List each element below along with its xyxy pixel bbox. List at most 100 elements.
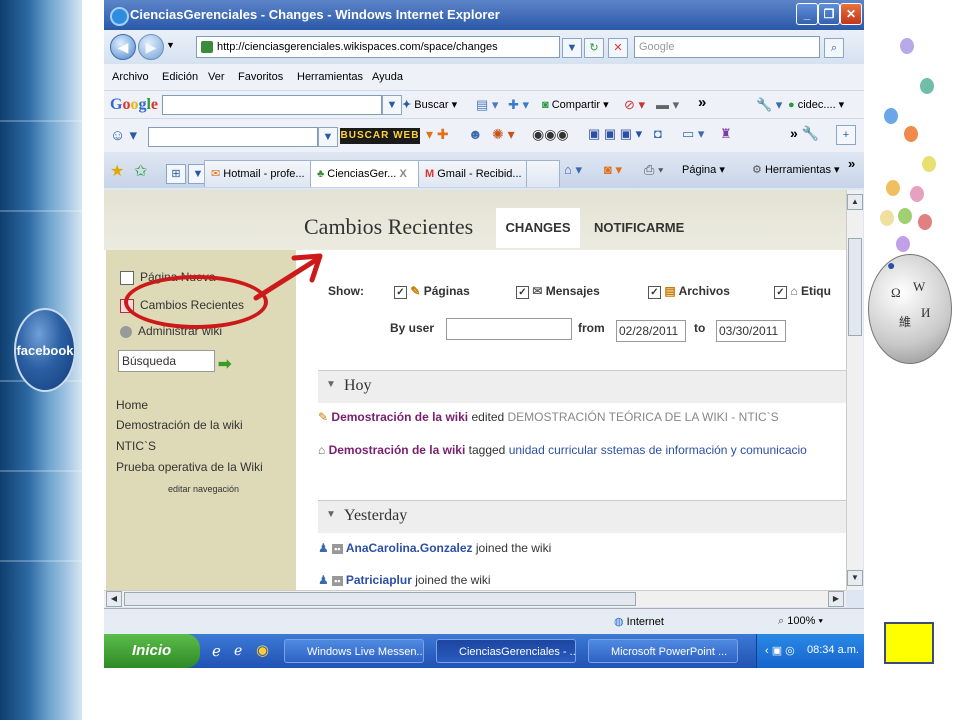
toolbar-logo-icon[interactable]: ☺ ▾: [110, 126, 137, 144]
checkbox-archivos[interactable]: ✓: [648, 286, 661, 299]
checkbox-mensajes[interactable]: ✓: [516, 286, 529, 299]
filter-archivos[interactable]: ✓ ▤ Archivos: [648, 284, 730, 299]
zoom-control[interactable]: ⌕ 100% ▾: [778, 615, 823, 628]
yellow-square[interactable]: [884, 622, 934, 664]
forward-button[interactable]: ▶: [138, 34, 164, 60]
tab-close-icon[interactable]: X: [399, 168, 406, 180]
rss-icon[interactable]: ◙ ▾: [604, 162, 622, 178]
add-favorite-icon[interactable]: ✩: [134, 161, 147, 181]
edit-navigation-link[interactable]: editar navegación: [168, 484, 239, 494]
nav-link-ntics[interactable]: NTIC`S: [116, 439, 156, 453]
toolbar-icon-facebook[interactable]: ▣ ▣ ▣ ▾: [588, 126, 642, 142]
toolbar-search-dropdown-icon[interactable]: ▼: [318, 127, 338, 147]
section-today[interactable]: ▼ Hoy: [318, 370, 846, 403]
filter-paginas[interactable]: ✓ ✎ Páginas: [394, 284, 470, 299]
close-button[interactable]: ✕: [840, 3, 862, 25]
url-dropdown-icon[interactable]: ▼: [562, 38, 582, 58]
tab-ciencias[interactable]: ♣ CienciasGer... X: [310, 160, 422, 187]
toolbar-chevron-icon[interactable]: »: [698, 94, 706, 111]
checkbox-paginas[interactable]: ✓: [394, 286, 407, 299]
h-scroll-thumb[interactable]: [124, 592, 636, 606]
menu-favoritos[interactable]: Favoritos: [238, 71, 283, 83]
toolbar-icon-c[interactable]: ⊘ ▾: [624, 97, 645, 113]
toolbar-dropdown-icon[interactable]: ▼: [382, 95, 402, 115]
wrench-icon[interactable]: 🔧 ▾: [756, 97, 782, 113]
new-tab-plus-icon[interactable]: +: [836, 125, 856, 145]
compartir-button[interactable]: ◙ Compartir ▾: [542, 98, 609, 111]
nav-link-demostracion[interactable]: Demostración de la wiki: [116, 418, 243, 432]
toolbar-icon-window[interactable]: ▭ ▾: [682, 126, 704, 142]
menu-herramientas[interactable]: Herramientas: [297, 71, 363, 83]
section-yesterday[interactable]: ▼ Yesterday: [318, 500, 846, 533]
toolbar-icon-circles[interactable]: ◉◉◉: [532, 126, 569, 143]
toolbar-icon-people[interactable]: ☻: [468, 126, 483, 142]
tabs-chevron-icon[interactable]: »: [848, 156, 855, 171]
scroll-up-icon[interactable]: ▲: [847, 194, 863, 210]
google-search-input[interactable]: Google: [634, 36, 820, 58]
from-date-input[interactable]: 02/28/2011: [616, 320, 686, 342]
new-tab-button[interactable]: [526, 160, 560, 187]
tab-hotmail[interactable]: ✉ Hotmail - profe...: [204, 160, 312, 187]
toolbar-icon-a[interactable]: ▤ ▾: [476, 97, 498, 113]
task-ciencias[interactable]: CienciasGerenciales - ...: [436, 639, 576, 663]
nav-link-prueba[interactable]: Prueba operativa de la Wiki: [116, 460, 263, 474]
scroll-down-icon[interactable]: ▼: [847, 570, 863, 586]
change-page-link[interactable]: Demostración de la wiki: [329, 443, 466, 457]
vertical-scrollbar[interactable]: ▲ ▼: [846, 190, 863, 590]
home-icon[interactable]: ⌂ ▾: [564, 162, 582, 178]
pagina-menu[interactable]: Página ▾: [682, 163, 725, 176]
search-icon[interactable]: ⌕: [824, 38, 844, 58]
search-go-arrow-icon[interactable]: ➡: [218, 354, 231, 374]
stop-icon[interactable]: ✕: [608, 38, 628, 58]
toolbar-icon-plus[interactable]: ▾ ✚: [426, 126, 449, 143]
user-menu[interactable]: ● cidec.... ▾: [788, 98, 844, 111]
herramientas-menu[interactable]: ⚙ Herramientas ▾: [752, 163, 840, 176]
toolbar-icon-fire[interactable]: ✺ ▾: [492, 126, 515, 143]
google-toolbar-input[interactable]: [162, 95, 382, 115]
tab-changes[interactable]: CHANGES: [496, 208, 580, 248]
menu-ver[interactable]: Ver: [208, 71, 225, 83]
print-icon[interactable]: ⎙ ▾: [644, 162, 663, 178]
tray-icons[interactable]: ‹ ▣ ◎: [765, 644, 795, 657]
filter-etiquetas[interactable]: ✓ ⌂ Etiqu: [774, 284, 831, 299]
url-input[interactable]: http://cienciasgerenciales.wikispaces.co…: [196, 36, 560, 58]
task-messenger[interactable]: Windows Live Messen...: [284, 639, 424, 663]
nav-link-home[interactable]: Home: [116, 398, 148, 412]
quicklaunch-ie-icon[interactable]: ℯ: [212, 642, 221, 660]
change-tag-link[interactable]: unidad curricular sstemas de información…: [509, 443, 807, 457]
wiki-search-input[interactable]: Búsqueda: [118, 350, 215, 372]
minimize-button[interactable]: _: [796, 3, 818, 25]
buscar-web-button[interactable]: BUSCAR WEB: [340, 128, 420, 144]
quicklaunch-icon-3[interactable]: ◉: [256, 641, 269, 659]
change-page-link[interactable]: Demostración de la wiki: [331, 410, 468, 424]
menu-ayuda[interactable]: Ayuda: [372, 71, 403, 83]
scroll-thumb[interactable]: [848, 238, 862, 336]
task-powerpoint[interactable]: Microsoft PowerPoint ...: [588, 639, 738, 663]
menu-archivo[interactable]: Archivo: [112, 71, 149, 83]
start-button[interactable]: Inicio: [104, 634, 200, 668]
horizontal-scrollbar[interactable]: ◀ ▶: [104, 590, 846, 607]
user-filter-input[interactable]: [446, 318, 572, 340]
tab-notificarme[interactable]: NOTIFICARME: [594, 220, 684, 235]
facebook-badge[interactable]: facebook: [14, 308, 76, 392]
toolbar-icon-b[interactable]: ✚ ▾: [508, 97, 529, 113]
scroll-left-icon[interactable]: ◀: [106, 591, 122, 607]
favorites-star-icon[interactable]: ★: [110, 161, 124, 181]
change-user-link[interactable]: Patriciaplur: [346, 573, 412, 587]
history-dropdown-icon[interactable]: ▼: [166, 40, 175, 50]
quicklaunch-icon-2[interactable]: ℯ: [234, 642, 242, 659]
quick-tabs-icon[interactable]: ⊞: [166, 164, 186, 184]
buscar-button[interactable]: ✦ Buscar ▾: [402, 98, 457, 111]
toolbar-icon-chat[interactable]: ◘: [654, 126, 662, 141]
maximize-button[interactable]: ❐: [818, 3, 840, 25]
refresh-icon[interactable]: ↻: [584, 38, 604, 58]
toolbar-search-input[interactable]: [148, 127, 318, 147]
to-date-input[interactable]: 03/30/2011: [716, 320, 786, 342]
toolbar-icon-avatar[interactable]: ♜: [720, 126, 732, 142]
scroll-right-icon[interactable]: ▶: [828, 591, 844, 607]
filter-mensajes[interactable]: ✓ ✉ Mensajes: [516, 284, 600, 299]
toolbar-icon-d[interactable]: ▬ ▾: [656, 97, 679, 113]
toolbar3-chevron-icon[interactable]: » 🔧: [790, 125, 819, 142]
back-button[interactable]: ◀: [110, 34, 136, 60]
menu-edicion[interactable]: Edición: [162, 71, 198, 83]
